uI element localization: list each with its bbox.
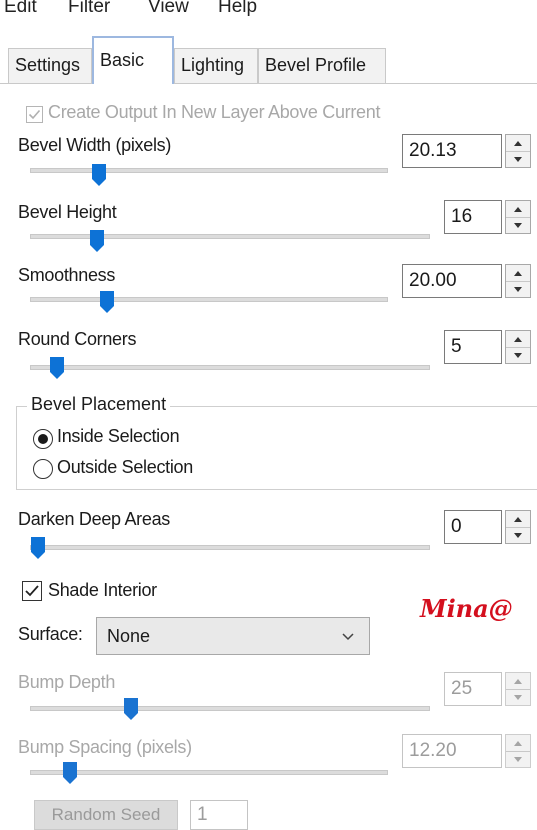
bump-depth-input[interactable]: 25 (444, 672, 502, 706)
menu-view[interactable]: View (148, 0, 189, 18)
menu-help[interactable]: Help (218, 0, 257, 18)
surface-label: Surface: (18, 624, 83, 644)
bump-depth-slider-thumb[interactable] (124, 698, 138, 720)
tab-lighting[interactable]: Lighting (174, 48, 258, 83)
bump-spacing-spinner[interactable] (505, 734, 531, 768)
bump-spacing-slider-thumb[interactable] (63, 762, 77, 784)
bevel-height-label: Bevel Height (18, 202, 117, 222)
arrow-down-icon[interactable] (506, 347, 530, 363)
round-corners-slider-thumb[interactable] (50, 357, 64, 379)
arrow-up-icon[interactable] (506, 265, 530, 282)
bump-depth-track[interactable] (30, 706, 430, 711)
bump-depth-label: Bump Depth (18, 672, 116, 692)
random-seed-button[interactable]: Random Seed (34, 800, 178, 830)
arrow-down-icon[interactable] (506, 151, 530, 167)
create-output-checkbox[interactable] (26, 106, 43, 123)
menu-bar: Edit Filter View Help (0, 0, 537, 34)
bevel-width-spinner[interactable] (505, 134, 531, 168)
smoothness-input[interactable]: 20.00 (402, 264, 502, 298)
bump-depth-spinner[interactable] (505, 672, 531, 706)
bevel-placement-title: Bevel Placement (27, 394, 171, 415)
chevron-down-icon (342, 633, 354, 641)
watermark: Mina@ (420, 594, 513, 623)
bevel-height-input[interactable]: 16 (444, 200, 502, 234)
bump-spacing-input[interactable]: 12.20 (402, 734, 502, 768)
checkmark-icon (25, 585, 39, 597)
round-corners-spinner[interactable] (505, 330, 531, 364)
smoothness-spinner[interactable] (505, 264, 531, 298)
arrow-up-icon[interactable] (506, 511, 530, 528)
shade-interior-checkbox[interactable] (22, 581, 42, 601)
surface-select[interactable]: None (96, 617, 370, 655)
arrow-down-icon[interactable] (506, 217, 530, 233)
smoothness-track[interactable] (30, 297, 388, 302)
smoothness-label: Smoothness (18, 265, 116, 285)
round-corners-label: Round Corners (18, 329, 137, 349)
bevel-width-track[interactable] (30, 168, 388, 173)
round-corners-track[interactable] (30, 365, 430, 370)
create-output-label: Create Output In New Layer Above Current (48, 102, 381, 122)
darken-deep-areas-slider-thumb[interactable] (31, 537, 45, 559)
bump-spacing-track[interactable] (30, 770, 388, 775)
arrow-up-icon[interactable] (506, 735, 530, 752)
inside-selection-radio[interactable] (33, 429, 53, 449)
arrow-up-icon[interactable] (506, 673, 530, 690)
random-seed-input[interactable]: 1 (190, 800, 248, 830)
arrow-up-icon[interactable] (506, 135, 530, 152)
arrow-down-icon[interactable] (506, 281, 530, 297)
smoothness-slider-thumb[interactable] (100, 291, 114, 313)
tab-bevel-profile[interactable]: Bevel Profile (258, 48, 386, 83)
shade-interior-label: Shade Interior (48, 580, 157, 600)
menu-filter[interactable]: Filter (68, 0, 110, 18)
bevel-width-label: Bevel Width (pixels) (18, 135, 172, 155)
arrow-down-icon[interactable] (506, 689, 530, 705)
bump-spacing-label: Bump Spacing (pixels) (18, 737, 192, 757)
surface-value: None (107, 626, 151, 646)
outside-selection-label[interactable]: Outside Selection (57, 457, 193, 478)
checkmark-icon (28, 109, 41, 120)
darken-deep-areas-label: Darken Deep Areas (18, 509, 170, 529)
inside-selection-label[interactable]: Inside Selection (57, 426, 180, 447)
bevel-height-slider-thumb[interactable] (90, 230, 104, 252)
tab-divider (0, 83, 537, 84)
bevel-height-spinner[interactable] (505, 200, 531, 234)
darken-deep-areas-track[interactable] (30, 545, 430, 550)
tab-settings[interactable]: Settings (8, 48, 92, 83)
darken-deep-areas-spinner[interactable] (505, 510, 531, 544)
darken-deep-areas-input[interactable]: 0 (444, 510, 502, 544)
menu-edit[interactable]: Edit (4, 0, 37, 18)
arrow-down-icon[interactable] (506, 527, 530, 543)
arrow-up-icon[interactable] (506, 201, 530, 218)
bevel-width-input[interactable]: 20.13 (402, 134, 502, 168)
bevel-width-slider-thumb[interactable] (92, 164, 106, 186)
arrow-up-icon[interactable] (506, 331, 530, 348)
tab-basic[interactable]: Basic (92, 36, 174, 84)
outside-selection-radio[interactable] (33, 459, 53, 479)
arrow-down-icon[interactable] (506, 751, 530, 767)
round-corners-input[interactable]: 5 (444, 330, 502, 364)
